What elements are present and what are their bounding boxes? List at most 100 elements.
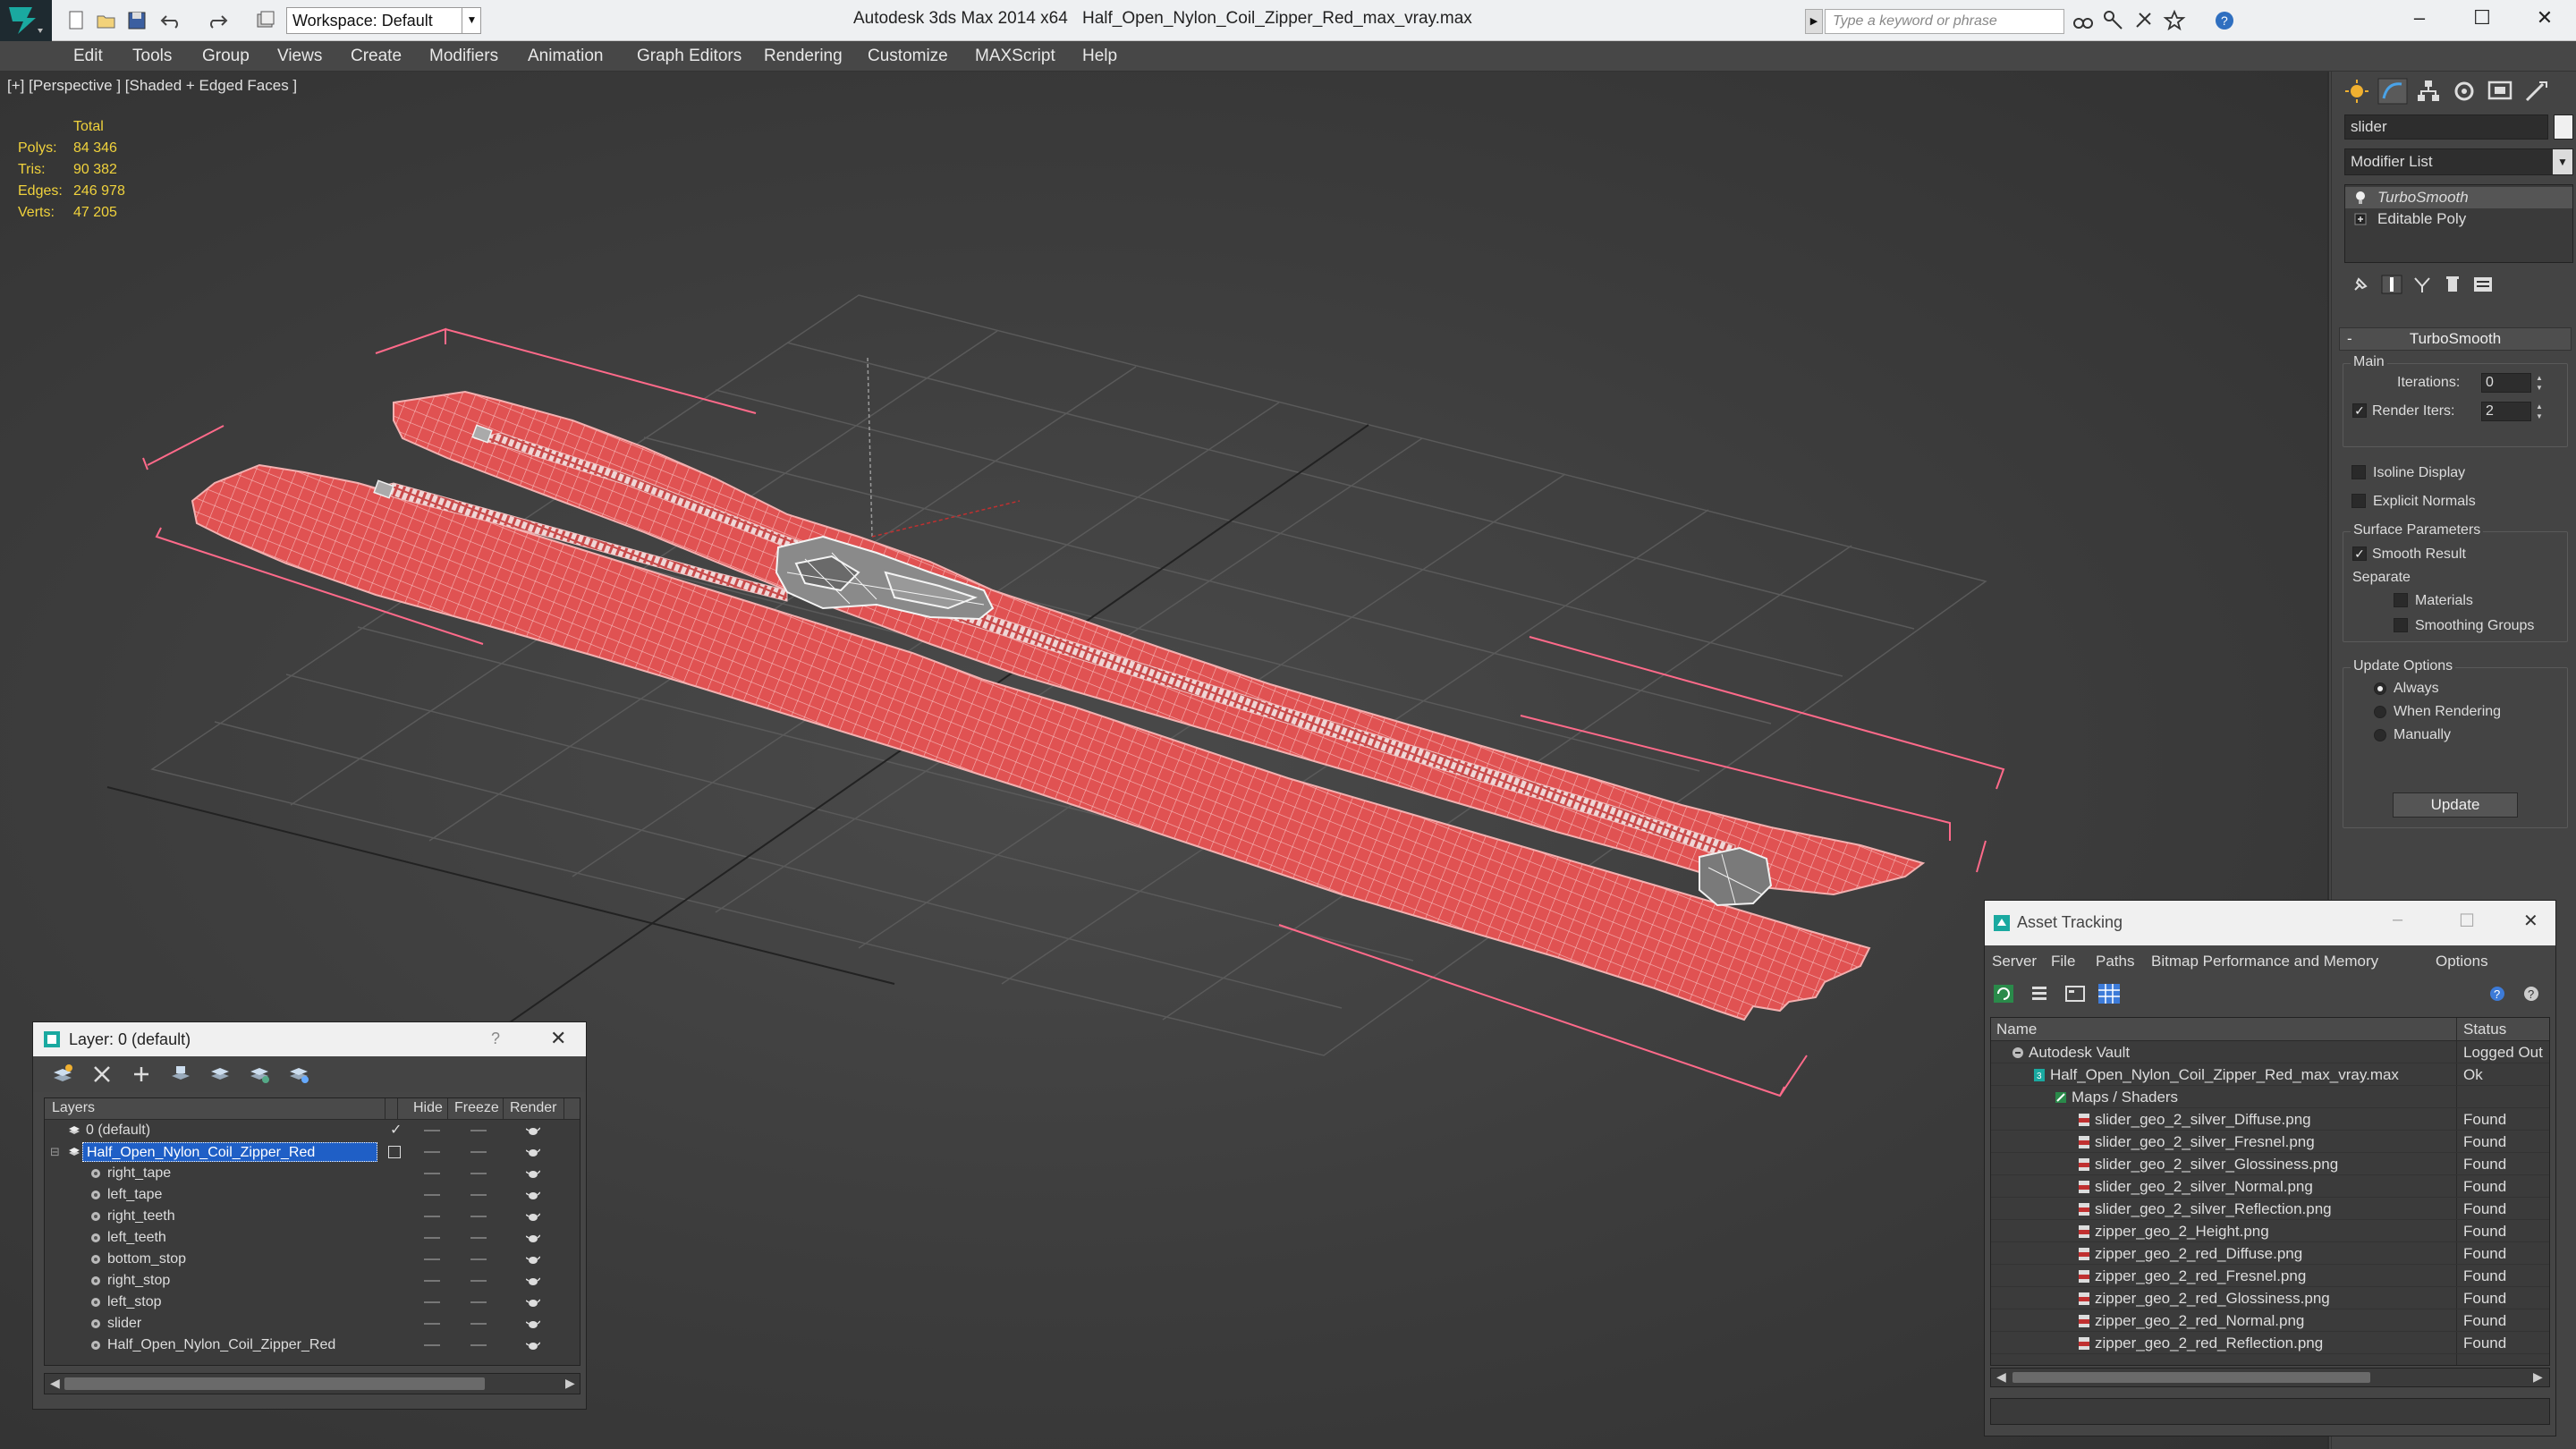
viewport-label[interactable]: [+] [Perspective ] [Shaded + Edged Faces… bbox=[7, 77, 297, 95]
menu-create[interactable]: Create bbox=[351, 47, 402, 66]
menu-group[interactable]: Group bbox=[202, 47, 250, 66]
spinner-arrows-icon[interactable]: ▲ ▼ bbox=[2533, 373, 2546, 393]
hide-toggle[interactable] bbox=[424, 1323, 440, 1325]
details-view-icon[interactable] bbox=[2063, 983, 2087, 1004]
scroll-right-icon[interactable]: ▶ bbox=[565, 1376, 575, 1391]
asset-row-scene-file[interactable]: 3 Half_Open_Nylon_Coil_Zipper_Red_max_vr… bbox=[1991, 1063, 2549, 1086]
layer-row-default[interactable]: 0 (default) ✓ bbox=[45, 1120, 580, 1141]
materials-checkbox[interactable] bbox=[2394, 593, 2408, 607]
layer-dialog-titlebar[interactable]: Layer: 0 (default) ? ✕ bbox=[33, 1022, 586, 1056]
make-unique-icon[interactable] bbox=[2411, 274, 2434, 295]
layer-row-object[interactable]: left_teeth bbox=[45, 1227, 580, 1249]
minimize-icon[interactable]: – bbox=[2388, 0, 2451, 36]
hide-toggle[interactable] bbox=[424, 1258, 440, 1260]
lightbulb-icon[interactable] bbox=[2354, 191, 2367, 205]
rollout-header[interactable]: - TurboSmooth bbox=[2339, 327, 2572, 351]
menu-help[interactable]: Help bbox=[1082, 47, 1117, 66]
render-teapot-icon[interactable] bbox=[526, 1124, 540, 1137]
utilities-tab-icon[interactable] bbox=[2520, 77, 2552, 106]
hide-toggle[interactable] bbox=[424, 1130, 440, 1131]
display-tab-icon[interactable] bbox=[2484, 77, 2516, 106]
layer-row-object[interactable]: slider bbox=[45, 1313, 580, 1335]
render-teapot-icon[interactable] bbox=[526, 1339, 540, 1352]
layer-row-object[interactable]: right_tape bbox=[45, 1163, 580, 1184]
freeze-unfreeze-all-icon[interactable] bbox=[287, 1063, 310, 1085]
freeze-toggle[interactable] bbox=[470, 1216, 487, 1217]
show-end-result-icon[interactable] bbox=[2380, 274, 2403, 295]
asset-row-bitmap[interactable]: zipper_geo_2_Height.png Found bbox=[1991, 1220, 2549, 1242]
new-file-icon[interactable] bbox=[64, 9, 88, 32]
help-icon[interactable]: ? bbox=[491, 1030, 500, 1048]
update-button[interactable]: Update bbox=[2393, 792, 2518, 818]
render-teapot-icon[interactable] bbox=[526, 1253, 540, 1266]
menu-edit[interactable]: Edit bbox=[73, 47, 103, 66]
scroll-left-icon[interactable]: ◀ bbox=[50, 1376, 60, 1391]
asset-menu-server[interactable]: Server bbox=[1992, 953, 2037, 970]
asset-row-bitmap[interactable]: zipper_geo_2_red_Diffuse.png Found bbox=[1991, 1242, 2549, 1265]
highlight-layer-icon[interactable] bbox=[208, 1063, 232, 1085]
minimize-icon[interactable]: – bbox=[2393, 910, 2402, 930]
pin-stack-icon[interactable] bbox=[2350, 274, 2373, 295]
column-header-render[interactable]: Render bbox=[510, 1100, 556, 1116]
layer-row-object[interactable]: Half_Open_Nylon_Coil_Zipper_Red bbox=[45, 1335, 580, 1356]
delete-layer-icon[interactable] bbox=[90, 1063, 114, 1085]
table-view-icon[interactable] bbox=[2097, 983, 2121, 1004]
render-teapot-icon[interactable] bbox=[526, 1275, 540, 1287]
hide-toggle[interactable] bbox=[424, 1301, 440, 1303]
create-layer-icon[interactable] bbox=[51, 1063, 74, 1085]
menu-views[interactable]: Views bbox=[277, 47, 322, 66]
undo-icon[interactable] bbox=[159, 9, 182, 32]
render-teapot-icon[interactable] bbox=[526, 1189, 540, 1201]
layer-row-zipper[interactable]: ⊟ Half_Open_Nylon_Coil_Zipper_Red bbox=[45, 1141, 580, 1163]
object-name-field[interactable]: slider bbox=[2344, 114, 2548, 140]
configure-sets-icon[interactable] bbox=[2471, 274, 2495, 295]
collapse-icon[interactable]: - bbox=[2347, 328, 2352, 350]
subscription-icon[interactable] bbox=[2132, 9, 2156, 32]
layer-row-object[interactable]: right_teeth bbox=[45, 1206, 580, 1227]
asset-row-bitmap[interactable]: zipper_geo_2_red_Fresnel.png Found bbox=[1991, 1265, 2549, 1287]
render-teapot-icon[interactable] bbox=[526, 1210, 540, 1223]
object-color-swatch[interactable] bbox=[2554, 114, 2573, 140]
menu-animation[interactable]: Animation bbox=[528, 47, 604, 66]
favorites-star-icon[interactable] bbox=[2163, 9, 2186, 32]
hide-toggle[interactable] bbox=[424, 1237, 440, 1239]
scrollbar-thumb[interactable] bbox=[64, 1377, 485, 1390]
select-objects-in-layer-icon[interactable] bbox=[169, 1063, 192, 1085]
close-icon[interactable]: ✕ bbox=[2513, 0, 2576, 36]
horizontal-scrollbar[interactable]: ◀ ▶ bbox=[1990, 1368, 2550, 1387]
asset-row-bitmap[interactable]: slider_geo_2_silver_Reflection.png Found bbox=[1991, 1198, 2549, 1220]
workspace-dropdown[interactable]: Workspace: Default bbox=[286, 7, 481, 34]
modify-tab-icon[interactable] bbox=[2377, 77, 2409, 106]
create-tab-icon[interactable] bbox=[2341, 77, 2373, 106]
layer-row-object[interactable]: right_stop bbox=[45, 1270, 580, 1292]
column-header-layers[interactable]: Layers bbox=[52, 1100, 95, 1116]
smoothing-groups-checkbox[interactable] bbox=[2394, 618, 2408, 632]
stack-item-turbosmooth[interactable]: TurboSmooth bbox=[2345, 187, 2572, 208]
binoculars-icon[interactable] bbox=[2072, 9, 2095, 32]
maximize-icon[interactable]: ☐ bbox=[2451, 0, 2513, 36]
menu-graph-editors[interactable]: Graph Editors bbox=[637, 47, 741, 66]
help-icon[interactable]: ? bbox=[2487, 983, 2511, 1004]
context-help-icon[interactable]: ? bbox=[2520, 983, 2543, 1004]
add-to-layer-icon[interactable] bbox=[130, 1063, 153, 1085]
isoline-display-checkbox[interactable] bbox=[2351, 465, 2366, 479]
list-view-icon[interactable] bbox=[2028, 983, 2051, 1004]
layer-row-object[interactable]: bottom_stop bbox=[45, 1249, 580, 1270]
stack-item-editable-poly[interactable]: Editable Poly bbox=[2345, 208, 2572, 230]
menu-maxscript[interactable]: MAXScript bbox=[975, 47, 1055, 66]
hide-toggle[interactable] bbox=[424, 1344, 440, 1346]
render-teapot-icon[interactable] bbox=[526, 1146, 540, 1158]
menu-modifiers[interactable]: Modifiers bbox=[429, 47, 498, 66]
asset-row-vault[interactable]: Autodesk Vault Logged Out bbox=[1991, 1041, 2549, 1063]
asset-row-bitmap[interactable]: zipper_geo_2_red_Normal.png Found bbox=[1991, 1309, 2549, 1332]
column-header-freeze[interactable]: Freeze bbox=[454, 1100, 499, 1116]
freeze-toggle[interactable] bbox=[470, 1237, 487, 1239]
render-teapot-icon[interactable] bbox=[526, 1232, 540, 1244]
render-teapot-icon[interactable] bbox=[526, 1167, 540, 1180]
search-expand-icon[interactable]: ▶ bbox=[1805, 9, 1823, 34]
update-always-radio[interactable] bbox=[2374, 682, 2386, 695]
app-menu-button[interactable] bbox=[0, 0, 52, 41]
layer-row-object[interactable]: left_stop bbox=[45, 1292, 580, 1313]
asset-row-bitmap[interactable]: zipper_geo_2_red_Glossiness.png Found bbox=[1991, 1287, 2549, 1309]
hide-toggle[interactable] bbox=[424, 1280, 440, 1282]
